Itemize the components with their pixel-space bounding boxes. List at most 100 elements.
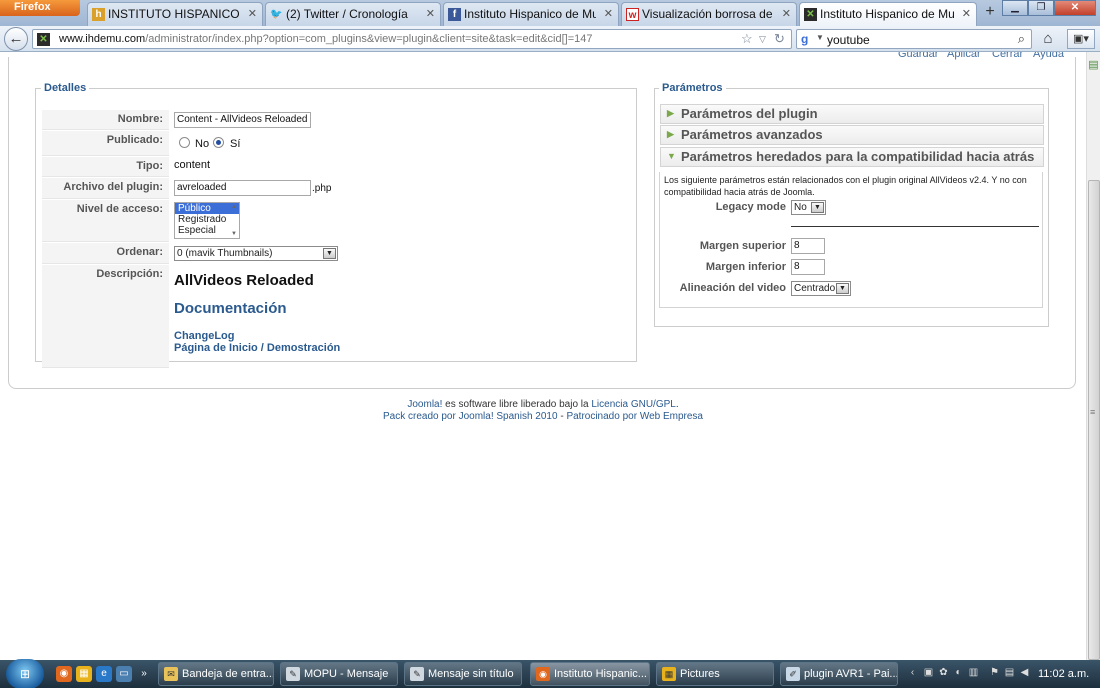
legacy-mode-value: No [794,202,807,213]
taskbar-item-paint[interactable]: ✐ plugin AVR1 - Pai... [780,662,898,686]
new-tab-button[interactable]: + [979,3,1001,23]
type-label: Tipo: [42,157,169,177]
tab-facebook[interactable]: f Instituto Hispanico de Murcia ✕ [443,2,619,26]
explorer-quicklaunch-icon[interactable]: ▦ [76,666,92,682]
search-box[interactable]: g ▼ youtube ⌕ [796,29,1032,49]
tray-overflow-icon[interactable]: ‹ [906,666,919,680]
order-dropdown[interactable]: 0 (mavik Thumbnails) ▼ [174,246,338,261]
sidebar-toggle-icon[interactable]: ▤ [1087,58,1100,72]
start-button[interactable]: ⊞ [6,659,44,688]
addon-button[interactable]: ▣▾ [1067,29,1095,49]
taskbar-item-untitled-message[interactable]: ✎ Mensaje sin título [404,662,522,686]
name-input[interactable]: Content - AllVideos Reloaded [174,112,311,128]
close-tab-icon[interactable]: ✕ [426,7,435,20]
tab-ihdemu-admin[interactable]: ✕ Instituto Hispanico de Murci... ✕ [799,2,977,27]
tray-app-icon[interactable]: ▣ [922,666,935,680]
changelog-link[interactable]: ChangeLog [174,330,235,342]
listbox-scroll-up-icon[interactable]: ▲ [231,204,237,210]
homepage-demo-link[interactable]: Página de Inicio / Demostración [174,342,340,354]
ihdemu-favicon-icon: h [92,8,105,21]
advanced-parameters-panel-header[interactable]: ▶ Parámetros avanzados [660,125,1044,145]
published-yes-radio[interactable] [213,137,224,148]
chevron-down-icon[interactable]: ▼ [811,202,824,213]
order-value: 0 (mavik Thumbnails) [177,248,273,259]
expand-triangle-icon: ▶ [667,129,674,139]
ie-quicklaunch-icon[interactable]: e [96,666,112,682]
chevron-down-icon[interactable]: ▼ [836,283,849,294]
close-tab-icon[interactable]: ✕ [248,7,257,20]
tab-forum[interactable]: w Visualización borrosa de vide... ✕ [621,2,797,26]
home-button[interactable]: ⌂ [1036,28,1060,50]
reload-icon[interactable]: ↻ [774,31,785,47]
margin-bottom-label: Margen inferior [705,261,786,273]
show-desktop-icon[interactable]: ▭ [116,666,132,682]
navigation-bar: ← ✕ www.ihdemu.com/administrator/index.p… [0,26,1100,52]
url-bar[interactable]: ✕ www.ihdemu.com/administrator/index.php… [32,29,792,49]
scrollbar-thumb[interactable] [1088,180,1100,660]
bookmark-star-icon[interactable]: ☆ [741,31,753,47]
clock[interactable]: 11:02 a.m. [1038,668,1089,680]
listbox-scroll-down-icon[interactable]: ▼ [231,231,237,237]
back-button[interactable]: ← [4,27,28,51]
access-level-listbox[interactable]: Público Registrado Especial ▲ ▼ [174,202,240,239]
firefox-menu-button[interactable]: Firefox [0,0,80,16]
page-scrollbar[interactable]: ▤ ≡ [1086,52,1100,660]
plugin-parameters-panel-header[interactable]: ▶ Parámetros del plugin [660,104,1044,124]
minimize-icon[interactable]: ▁ [1002,0,1028,16]
legacy-mode-dropdown[interactable]: No ▼ [791,200,826,215]
close-tab-icon[interactable]: ✕ [782,7,791,20]
tab-twitter[interactable]: 🐦 (2) Twitter / Cronología ✕ [265,2,441,26]
spanish-pack-link[interactable]: Pack creado por Joomla! Spanish 2010 [383,411,558,422]
taskbar-item-inbox[interactable]: ✉ Bandeja de entra... [158,662,274,686]
arrow-left-icon: ← [8,30,24,47]
legacy-parameters-panel-header[interactable]: ▼ Parámetros heredados para la compatibi… [660,147,1044,167]
url-host: www.ihdemu.com [59,33,146,45]
quicklaunch-overflow-icon[interactable]: » [136,666,152,682]
firefox-quicklaunch-icon[interactable]: ◉ [56,666,72,682]
margin-top-input[interactable]: 8 [791,238,825,254]
plugin-file-extension: .php [312,183,332,194]
published-no-radio[interactable] [179,137,190,148]
tray-app-icon[interactable]: ▥ [967,666,980,680]
maximize-icon[interactable]: ❐ [1028,0,1054,16]
joomla-link[interactable]: Joomla! [407,399,442,410]
search-engine-dropdown-icon[interactable]: ▼ [816,33,824,42]
close-window-icon[interactable]: ✕ [1054,0,1096,16]
published-yes-label: Sí [230,138,241,150]
access-level-label: Nivel de acceso: [42,200,169,242]
license-link[interactable]: Licencia GNU/GPL [591,399,675,410]
documentation-link[interactable]: Documentación [174,300,287,317]
legacy-mode-label: Legacy mode [715,201,786,213]
video-align-dropdown[interactable]: Centrado ▼ [791,281,851,296]
forum-favicon-icon: w [626,8,639,21]
description-label: Descripción: [42,265,169,368]
twitter-bird-icon: 🐦 [270,9,283,20]
close-tab-icon[interactable]: ✕ [962,7,971,20]
access-option-special[interactable]: Especial [175,225,239,236]
page-footer: Joomla! es software libre liberado bajo … [0,399,1086,423]
history-dropdown-icon[interactable]: ▽ [759,34,766,45]
taskbar-item-pictures[interactable]: ▦ Pictures [656,662,774,686]
folder-icon: ▦ [662,667,676,681]
tab-ihdemu-home[interactable]: h INSTITUTO HISPANICO DE M... ✕ [87,2,263,26]
taskbar-item-mopu[interactable]: ✎ MOPU - Mensaje [280,662,398,686]
chevron-down-icon[interactable]: ▼ [323,248,336,259]
margin-bottom-input[interactable]: 8 [791,259,825,275]
tray-app-icon[interactable]: ⚑ [988,666,1001,680]
tray-app-icon[interactable]: ✿ [937,666,950,680]
network-icon[interactable]: ▤ [1003,666,1016,680]
taskbar: ⊞ ◉ ▦ e ▭ » ✉ Bandeja de entra... ✎ MOPU… [0,659,1100,688]
page-viewport: Guardar Aplicar Cerrar Ayuda Detalles No… [0,52,1086,660]
google-icon[interactable]: g [801,32,815,46]
sponsor-link[interactable]: Patrocinado por Web Empresa [566,411,703,422]
url-path: /administrator/index.php?option=com_plug… [145,33,593,45]
expand-triangle-icon: ▶ [667,108,674,118]
search-icon[interactable]: ⌕ [1018,31,1025,47]
close-tab-icon[interactable]: ✕ [604,7,613,20]
taskbar-item-firefox[interactable]: ◉ Instituto Hispanic... [530,662,650,686]
volume-icon[interactable]: ◀ [1018,666,1031,680]
plugin-file-input[interactable]: avreloaded [174,180,311,196]
tray-app-icon[interactable]: ◐ [952,666,965,680]
access-option-public[interactable]: Público [175,203,239,214]
access-option-registered[interactable]: Registrado [175,214,239,225]
